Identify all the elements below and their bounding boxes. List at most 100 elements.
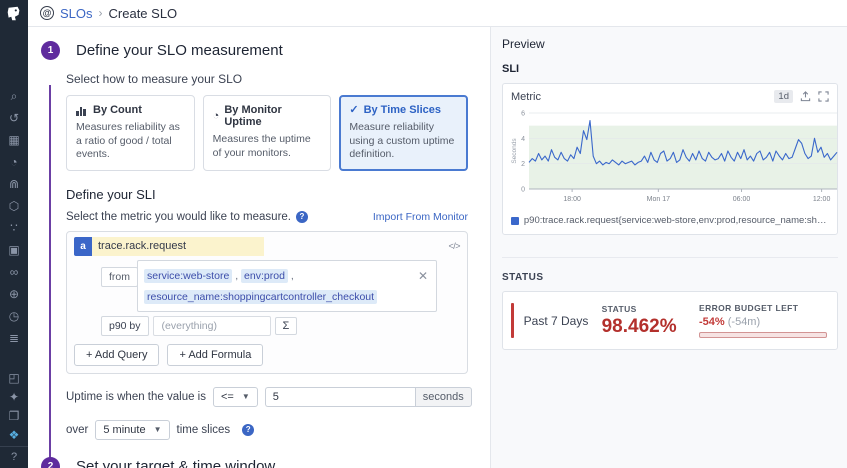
measure-card-desc: Measure reliability using a custom uptim… [349,121,458,162]
import-from-monitor-link[interactable]: Import From Monitor [373,211,468,223]
breadcrumb-separator: › [99,6,103,20]
svg-text:06:00: 06:00 [733,196,751,203]
apm-icon[interactable]: ⬡ [3,198,25,213]
chart-legend: p90:trace.rack.request{service:web-store… [511,215,829,226]
filter-tag-group[interactable]: service:web-store , env:prod , resource_… [137,260,437,312]
add-query-button[interactable]: + Add Query [74,344,159,366]
filter-tag[interactable]: env:prod [241,269,288,283]
sli-label: SLI [502,63,838,75]
datadog-logo-icon[interactable] [0,0,28,28]
service-map-icon[interactable]: ∵ [3,220,25,235]
web-icon[interactable]: ⊕ [3,286,25,301]
filter-tags: service:web-store , env:prod , resource_… [144,265,412,307]
measure-card-desc: Measures reliability as a ratio of good … [76,121,185,162]
threshold-unit-label: seconds [415,387,472,407]
time-range-badge[interactable]: 1d [774,90,793,103]
filter-tag[interactable]: service:web-store [144,269,232,283]
time-slices-label: time slices [177,424,231,436]
svg-text:2: 2 [521,161,525,168]
slo-at-icon: @ [40,6,54,20]
gauge-icon[interactable]: ◷ [3,308,25,323]
help-icon[interactable]: ? [0,446,28,466]
tag-separator: , [232,270,241,282]
status-accent-bar [511,303,514,338]
svg-text:6: 6 [521,111,525,118]
time-slice-select[interactable]: 5 minute▼ [95,420,169,440]
sidebar-nav-bottom: ◰ ✦ ❐ ❖ [3,370,25,442]
chevron-down-icon: ▼ [242,392,250,401]
budget-minutes: (-54m) [728,316,760,328]
step-2-title: Set your target & time window [76,458,275,468]
notebooks-icon[interactable]: ✦ [3,389,25,404]
from-label: from [101,267,138,287]
filter-tag[interactable]: resource_name:shoppingcartcontroller_che… [144,290,377,304]
tag-separator: , [288,270,294,282]
metrics-icon[interactable]: ▦ [3,132,25,147]
over-label: over [66,424,88,436]
expand-icon[interactable] [818,91,829,102]
page-title: Create SLO [109,6,178,21]
budget-percent: -54% [699,316,725,328]
error-budget-label: ERROR BUDGET LEFT [699,303,827,313]
checkmark-icon: ✓ [349,105,358,116]
svg-text:12:00: 12:00 [813,196,831,203]
measure-card-by-time-slices[interactable]: ✓ By Time Slices Measure reliability using… [339,95,468,171]
status-section-heading: STATUS [502,257,838,283]
sigma-button[interactable]: Σ [275,317,298,335]
help-icon[interactable]: ? [242,424,254,436]
measure-card-by-monitor-uptime[interactable]: ◔ By Monitor Uptime Measures the uptime of… [203,95,332,171]
close-icon[interactable]: ✕ [412,265,430,283]
app-sidebar: ⌕ ↺ ▦ ◔ ⋒ ⬡ ∵ ▣ ∞ ⊕ ◷ ≣ ◰ ✦ ❐ ❖ ? [0,0,28,468]
monitor-gauge-icon: ◔ [213,111,220,122]
step-rail [49,85,51,468]
bits-icon[interactable]: ❖ [3,427,25,442]
metric-query-editor: a </> from service:web-store , env:prod … [66,231,468,374]
export-icon[interactable] [800,91,811,102]
dashboards-icon[interactable]: ▣ [3,242,25,257]
search-icon[interactable]: ⌕ [3,88,25,103]
group-by-input[interactable]: (everything) [153,316,271,336]
measure-card-label: By Time Slices [364,104,441,116]
step-1-title: Define your SLO measurement [76,42,283,59]
add-formula-button[interactable]: + Add Formula [167,344,263,366]
synthetics-icon[interactable]: ◰ [3,370,25,385]
history-icon[interactable]: ↺ [3,110,25,125]
legend-label: p90:trace.rack.request{service:web-store… [524,215,829,226]
status-period: Past 7 Days [524,314,602,328]
sli-chart: 0246Seconds18:00Mon 1706:0012:00 [511,107,841,207]
status-card: Past 7 Days STATUS 98.462% ERROR BUDGET … [502,291,838,350]
bar-chart-icon [76,105,88,116]
status-label: STATUS [602,304,699,314]
svg-text:Mon 17: Mon 17 [647,196,670,203]
integrations-icon[interactable]: ∞ [3,264,25,279]
legend-swatch [511,217,519,225]
main-content: 1 Define your SLO measurement Select how… [28,27,490,468]
measure-card-by-count[interactable]: By Count Measures reliability as a ratio … [66,95,195,171]
windows-icon[interactable]: ❐ [3,408,25,423]
svg-text:18:00: 18:00 [563,196,581,203]
sidebar-nav-top: ⌕ ↺ ▦ ◔ ⋒ ⬡ ∵ ▣ ∞ ⊕ ◷ ≣ [3,88,25,345]
measure-card-label: By Monitor Uptime [224,104,321,128]
sli-subtitle: Select the metric you would like to meas… [66,211,291,223]
chevron-down-icon: ▼ [154,425,162,434]
metric-preview-card: Metric 1d 0246Seconds18:00Mon 1706:0012:… [502,83,838,235]
measure-subtitle: Select how to measure your SLO [66,72,490,86]
aggregation-dropdown[interactable]: p90 by [101,316,149,336]
code-view-icon[interactable]: </> [448,241,460,251]
metric-name-input[interactable] [92,237,264,256]
help-icon[interactable]: ? [296,211,308,223]
status-value: 98.462% [602,316,699,338]
watchdog-icon[interactable]: ⋒ [3,176,25,191]
measure-card-label: By Count [93,104,142,116]
comparator-select[interactable]: <=▼ [213,387,258,407]
threshold-value-input[interactable] [265,387,415,407]
measure-card-desc: Measures the uptime of your monitors. [213,133,322,160]
measure-option-cards: By Count Measures reliability as a ratio … [66,95,468,171]
create-slo-page: ⌕↺▦◔⋒⬡∵▣∞⊕◷≣ ◰✦❐❖ ? @ SLOs › Create SLO … [0,0,847,468]
monitors-icon[interactable]: ◔ [3,154,25,169]
sli-section-title: Define your SLI [66,187,490,202]
svg-text:Seconds: Seconds [511,138,518,164]
breadcrumb-slos-link[interactable]: SLOs [60,6,93,21]
logs-icon[interactable]: ≣ [3,330,25,345]
step-1-badge: 1 [41,41,60,60]
